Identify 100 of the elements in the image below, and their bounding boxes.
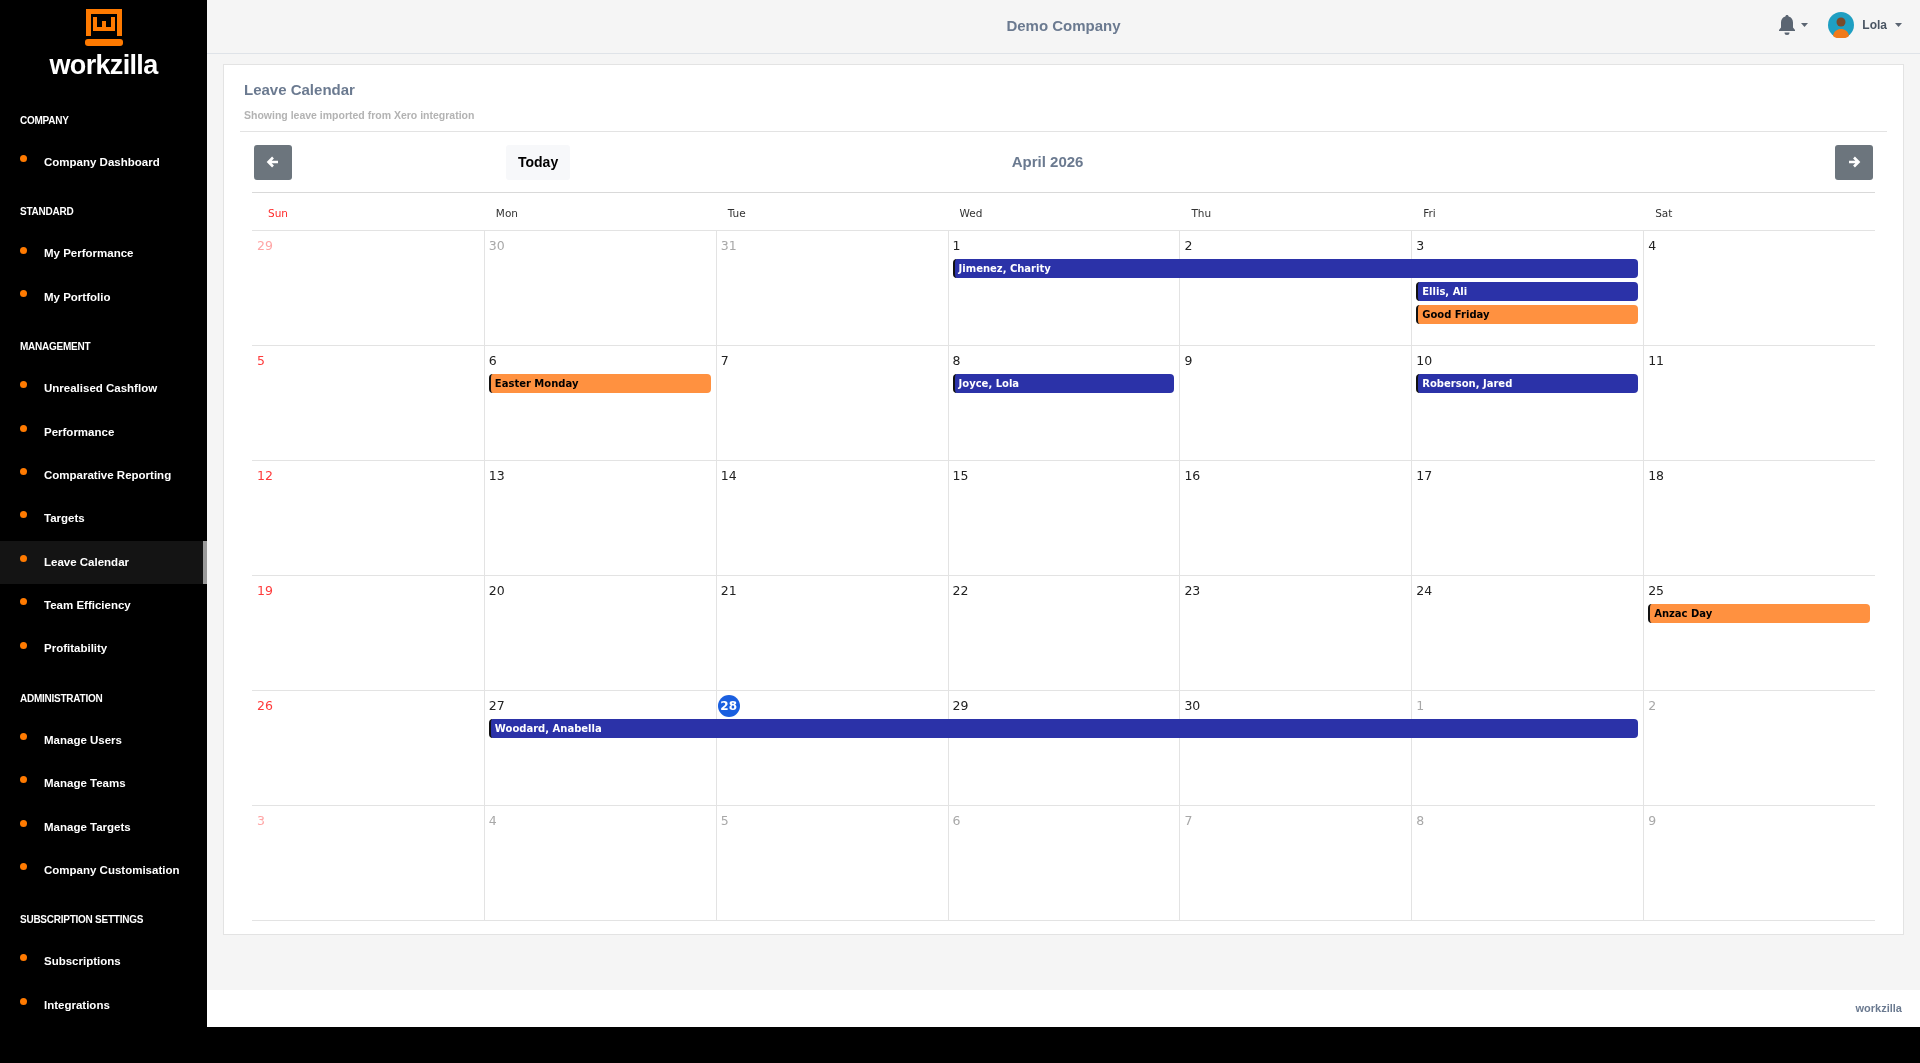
- day-number: 15: [952, 466, 969, 485]
- day-number: 29: [952, 696, 969, 715]
- day-number: 14: [720, 466, 737, 485]
- day-number: 9: [1184, 351, 1193, 370]
- card-title: Leave Calendar: [244, 80, 355, 100]
- day-number: 13: [488, 466, 505, 485]
- day-number: 19: [257, 581, 273, 600]
- day-number: 4: [1648, 236, 1657, 255]
- day-number: 4: [488, 811, 497, 830]
- bullet-icon: [20, 289, 27, 297]
- day-number: 5: [257, 351, 265, 370]
- section-heading: STANDARD: [20, 206, 74, 218]
- event-bar[interactable]: Good Friday: [1416, 305, 1639, 325]
- bullet-icon: [20, 732, 27, 740]
- logo-icon: [83, 8, 124, 48]
- nav-item[interactable]: Manage Teams: [0, 762, 207, 806]
- arrow-left-icon: [266, 155, 280, 170]
- user-menu-button[interactable]: Lola: [1828, 12, 1902, 38]
- nav-item[interactable]: Comparative Reporting: [0, 453, 207, 498]
- nav-item[interactable]: Unrealised Cashflow: [0, 367, 207, 411]
- day-number: 16: [1184, 466, 1201, 485]
- caret-icon: [1895, 22, 1902, 28]
- event-bar-continuation[interactable]: [1411, 259, 1639, 279]
- day-number: 17: [1416, 466, 1433, 485]
- nav-item[interactable]: Profitability: [0, 627, 207, 671]
- event-bar[interactable]: Ellis, Ali: [1416, 282, 1639, 302]
- nav-item[interactable]: Manage Targets: [0, 805, 207, 849]
- day-number: 21: [720, 581, 737, 600]
- today-button[interactable]: Today: [506, 144, 571, 180]
- weekday-label: Wed: [959, 206, 983, 219]
- event-bar[interactable]: Easter Monday: [488, 374, 711, 394]
- bullet-icon: [20, 598, 27, 606]
- event-bar[interactable]: Jimenez, Charity: [952, 259, 1180, 279]
- section-heading: COMPANY: [20, 115, 69, 126]
- section-heading: SUBSCRIPTION SETTINGS: [20, 914, 144, 926]
- company-name: Demo Company: [1006, 16, 1121, 37]
- nav-item[interactable]: My Performance: [0, 232, 207, 276]
- bullet-icon: [20, 246, 27, 254]
- day-number: 28: [717, 695, 740, 718]
- bullet-icon: [20, 776, 27, 784]
- day-number: 18: [1648, 466, 1665, 485]
- arrow-right-icon: [1847, 155, 1861, 170]
- section-heading: ADMINISTRATION: [20, 692, 103, 704]
- day-number: 27: [488, 696, 505, 715]
- avatar-icon: [1828, 12, 1855, 38]
- bullet-icon: [20, 863, 27, 871]
- nav-item[interactable]: Manage Users: [0, 718, 207, 763]
- day-number: 11: [1648, 351, 1665, 370]
- notifications-button[interactable]: [1777, 14, 1809, 36]
- bullet-icon: [20, 468, 27, 476]
- event-bar[interactable]: Roberson, Jared: [1416, 374, 1639, 394]
- event-bar-continuation[interactable]: [1411, 719, 1639, 739]
- bullet-icon: [20, 554, 27, 562]
- day-number: 8: [952, 351, 961, 370]
- day-number: 12: [257, 466, 273, 485]
- weekday-label: Thu: [1191, 206, 1212, 219]
- day-number: 8: [1416, 811, 1425, 830]
- nav-item[interactable]: Leave Calendar: [0, 540, 207, 584]
- bullet-icon: [20, 511, 27, 519]
- day-number: 1: [1416, 696, 1425, 715]
- day-number: 22: [952, 581, 969, 600]
- nav-item[interactable]: Subscriptions: [0, 940, 207, 984]
- bullet-icon: [20, 954, 27, 962]
- weekday-label: Tue: [727, 206, 746, 219]
- nav-item[interactable]: Integrations: [0, 983, 207, 1027]
- day-number: 9: [1648, 811, 1657, 830]
- nav-item[interactable]: Company Dashboard: [0, 141, 207, 185]
- day-number: 7: [1184, 811, 1193, 830]
- event-bar[interactable]: Joyce, Lola: [952, 374, 1175, 394]
- nav-item[interactable]: Team Efficiency: [0, 584, 207, 628]
- event-bar[interactable]: Woodard, Anabella: [488, 719, 716, 739]
- footer-brand: workzilla: [1855, 1001, 1902, 1017]
- weekday-label: Sun: [268, 206, 288, 219]
- day-number: 6: [488, 351, 497, 370]
- nav-item[interactable]: Targets: [0, 497, 207, 541]
- nav-item[interactable]: Company Customisation: [0, 848, 207, 893]
- day-number: 29: [257, 236, 273, 255]
- day-number: 3: [1416, 236, 1425, 255]
- day-number: 24: [1416, 581, 1433, 600]
- section-heading: MANAGEMENT: [20, 341, 91, 353]
- day-number: 3: [257, 811, 265, 830]
- day-number: 30: [488, 236, 505, 255]
- day-number: 6: [952, 811, 961, 830]
- event-bar[interactable]: Anzac Day: [1648, 604, 1870, 624]
- day-number: 23: [1184, 581, 1201, 600]
- nav-item[interactable]: My Portfolio: [0, 275, 207, 320]
- weekday-label: Fri: [1423, 206, 1436, 219]
- day-number: 7: [720, 351, 729, 370]
- previous-button[interactable]: [254, 144, 292, 180]
- bullet-icon: [20, 641, 27, 649]
- day-number: 25: [1648, 581, 1665, 600]
- day-number: 2: [1648, 696, 1657, 715]
- weekday-label: Sat: [1655, 206, 1673, 219]
- bullet-icon: [20, 155, 27, 163]
- day-number: 1: [952, 236, 961, 255]
- bell-icon: [1777, 14, 1798, 36]
- nav-item[interactable]: Performance: [0, 410, 207, 454]
- next-button[interactable]: [1835, 144, 1873, 180]
- month-title: April 2026: [1011, 152, 1084, 172]
- day-number: 31: [720, 236, 737, 255]
